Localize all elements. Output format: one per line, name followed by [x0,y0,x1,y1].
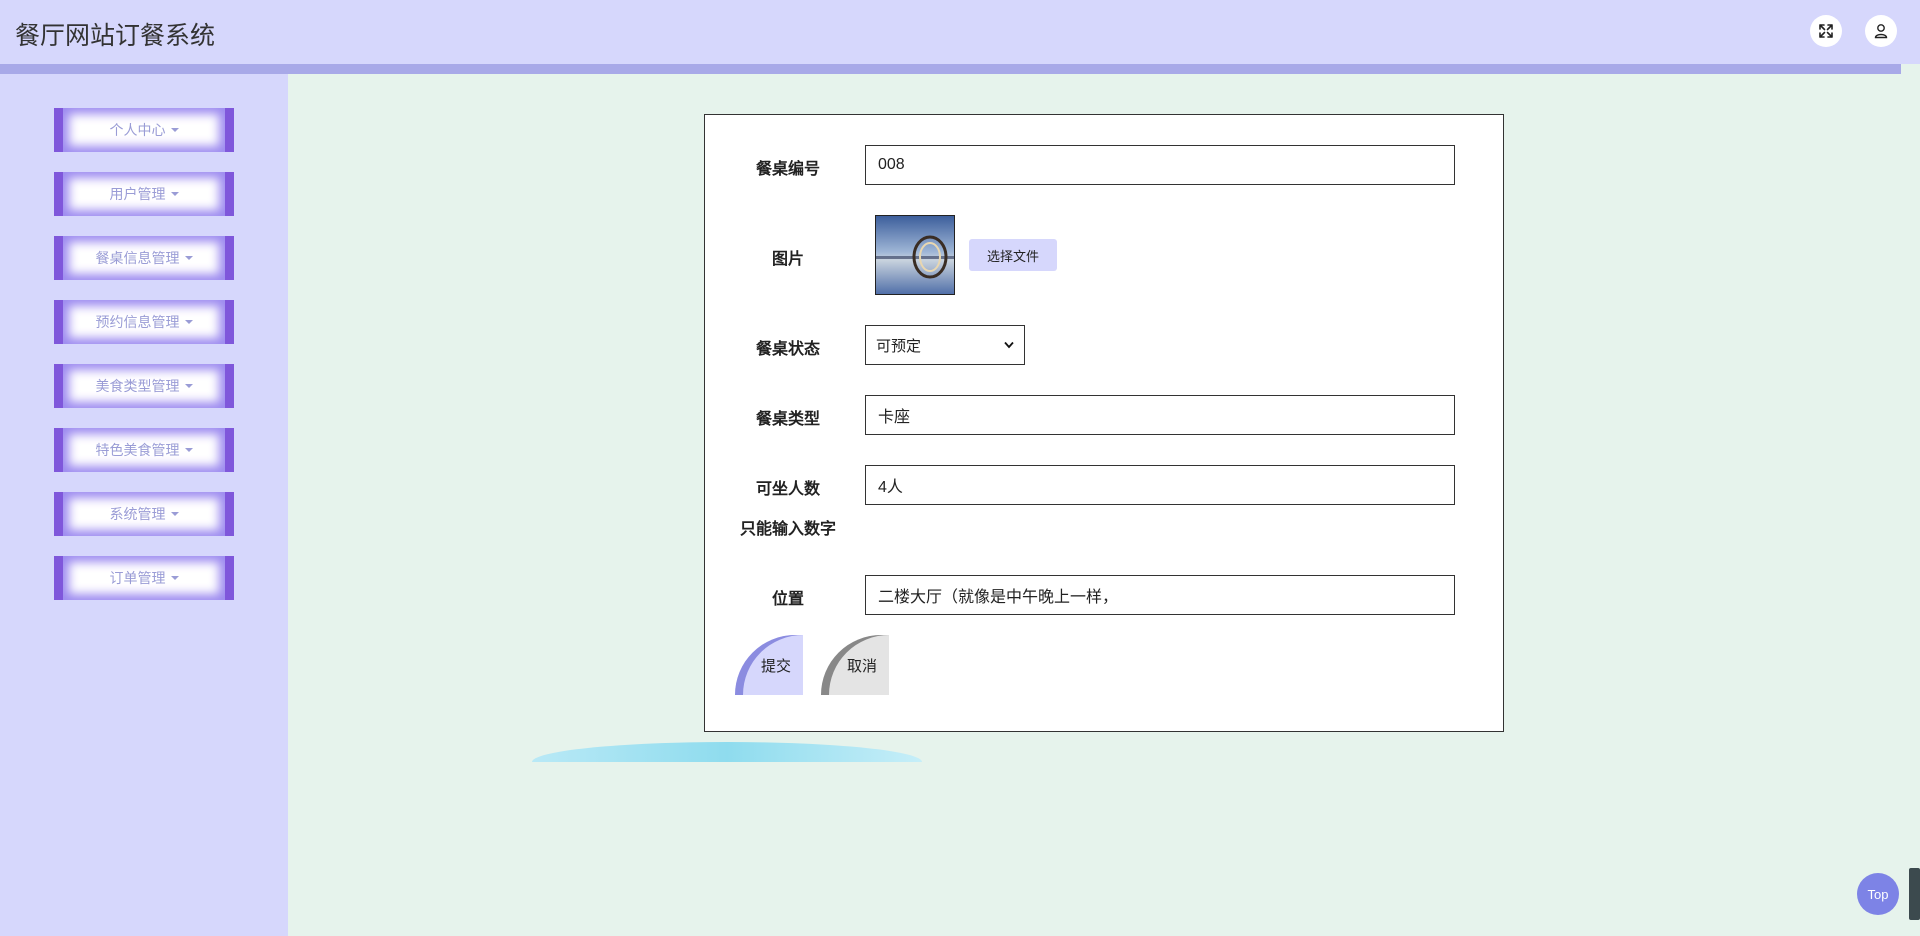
table-type-input[interactable] [865,395,1455,435]
app-title: 餐厅网站订餐系统 [15,22,216,50]
sidebar-item-special-food-management[interactable]: 特色美食管理 [54,428,234,472]
lake-bridge-image [876,216,954,294]
caret-down-icon [184,384,193,388]
sidebar-item-label: 餐桌信息管理 [95,250,180,266]
sidebar-item-label: 预约信息管理 [95,314,180,330]
choose-file-button[interactable]: 选择文件 [969,239,1057,271]
caret-down-icon [170,576,179,580]
table-edit-form: 餐桌编号 图片 选择文件 餐桌状态 可预定 餐桌类型 可坐人数 [704,114,1504,732]
scroll-handle[interactable] [1909,868,1920,920]
table-status-select[interactable]: 可预定 [865,325,1025,365]
table-status-selected-value: 可预定 [876,337,922,355]
sidebar-item-personal-center[interactable]: 个人中心 [54,108,234,152]
caret-down-icon [184,320,193,324]
fullscreen-icon [1819,24,1833,38]
user-icon [1874,24,1888,39]
sidebar-item-label: 特色美食管理 [95,442,180,458]
caret-down-icon [170,128,179,132]
caret-down-icon [170,512,179,516]
sidebar: 个人中心 用户管理 餐桌信息管理 预约信息管理 美食类型管理 特色美食管理 系统… [0,74,288,936]
table-status-label: 餐桌状态 [755,341,820,358]
sidebar-item-label: 订单管理 [109,570,166,586]
chevron-down-icon [1004,341,1014,349]
sidebar-item-label: 用户管理 [109,186,166,202]
sidebar-item-reservation-management[interactable]: 预约信息管理 [54,300,234,344]
sidebar-item-food-type-management[interactable]: 美食类型管理 [54,364,234,408]
sidebar-item-table-management[interactable]: 餐桌信息管理 [54,236,234,280]
sidebar-item-order-management[interactable]: 订单管理 [54,556,234,600]
table-no-label: 餐桌编号 [755,161,820,178]
user-button[interactable] [1865,15,1897,47]
top-header: 餐厅网站订餐系统 [0,0,1920,64]
caret-down-icon [170,192,179,196]
seats-input[interactable] [865,465,1455,505]
sidebar-item-user-management[interactable]: 用户管理 [54,172,234,216]
header-accent-bar [0,64,1901,74]
sidebar-item-system-management[interactable]: 系统管理 [54,492,234,536]
seats-label: 可坐人数 [755,481,820,498]
table-image-thumbnail [875,215,955,295]
back-to-top-button[interactable]: Top [1857,873,1899,915]
table-no-input[interactable] [865,145,1455,185]
table-type-label: 餐桌类型 [755,411,820,428]
submit-button[interactable]: 提交 [735,635,803,695]
caret-down-icon [184,448,193,452]
cancel-button[interactable]: 取消 [821,635,889,695]
seats-hint: 只能输入数字 [739,521,836,538]
sidebar-item-label: 系统管理 [109,506,166,522]
image-label: 图片 [771,251,804,268]
sidebar-item-label: 美食类型管理 [95,378,180,394]
fullscreen-button[interactable] [1810,15,1842,47]
caret-down-icon [184,256,193,260]
decorative-wave [532,742,922,762]
location-input[interactable] [865,575,1455,615]
sidebar-item-label: 个人中心 [109,122,166,138]
location-label: 位置 [771,591,804,608]
